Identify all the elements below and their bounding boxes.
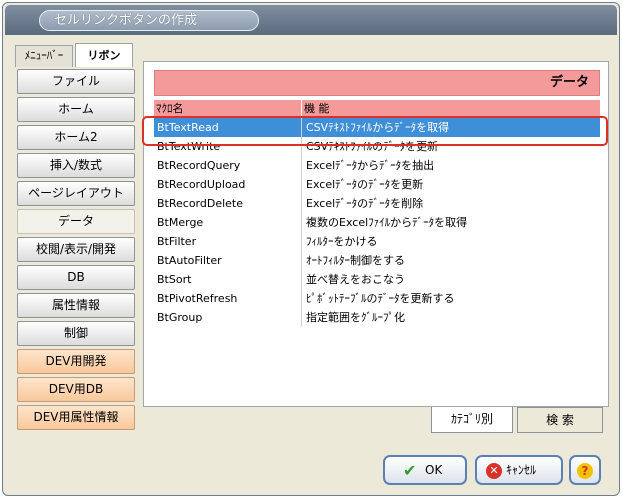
table-row[interactable]: BtAutoFilter ｵｰﾄﾌｨﾙﾀｰ制御をする xyxy=(154,251,600,270)
ok-label: OK xyxy=(425,463,443,477)
macro-function: 複数のExcelﾌｧｲﾙからﾃﾞｰﾀを取得 xyxy=(306,216,468,229)
nav-home[interactable]: ホーム xyxy=(17,97,135,122)
table-row[interactable]: BtMerge 複数のExcelﾌｧｲﾙからﾃﾞｰﾀを取得 xyxy=(154,213,600,232)
table-row[interactable]: BtRecordQuery Excelﾃﾞｰﾀからﾃﾞｰﾀを抽出 xyxy=(154,156,600,175)
cancel-label: ｷｬﾝｾﾙ xyxy=(506,463,537,477)
macro-function: ｵｰﾄﾌｨﾙﾀｰ制御をする xyxy=(306,254,405,267)
macro-name: BtRecordUpload xyxy=(154,175,302,194)
panel-header: データ xyxy=(154,70,600,96)
macro-function: Excelﾃﾞｰﾀのﾃﾞｰﾀを削除 xyxy=(306,197,424,210)
selection-highlight-outline xyxy=(142,116,608,146)
table-row[interactable]: BtRecordDelete Excelﾃﾞｰﾀのﾃﾞｰﾀを削除 xyxy=(154,194,600,213)
title-bar[interactable]: セルリンクボタンの作成 xyxy=(5,5,617,35)
macro-function: Excelﾃﾞｰﾀのﾃﾞｰﾀを更新 xyxy=(306,178,424,191)
table-row[interactable]: BtPivotRefresh ﾋﾟﾎﾞｯﾄﾃｰﾌﾞﾙのﾃﾞｰﾀを更新する xyxy=(154,289,600,308)
macro-name: BtMerge xyxy=(154,213,302,232)
help-icon: ? xyxy=(577,463,593,479)
column-header-macro-name: ﾏｸﾛ名 xyxy=(154,100,301,117)
macro-name: BtRecordDelete xyxy=(154,194,302,213)
macro-function: Excelﾃﾞｰﾀからﾃﾞｰﾀを抽出 xyxy=(306,159,435,172)
macro-function: 指定範囲をｸﾞﾙｰﾌﾟ化 xyxy=(306,311,405,324)
nav-review-view-dev[interactable]: 校閲/表示/開発 xyxy=(17,237,135,262)
checkmark-icon: ✔ xyxy=(403,461,417,480)
column-header-function: 機 能 xyxy=(302,100,600,117)
nav-insert-formula[interactable]: 挿入/数式 xyxy=(17,153,135,178)
cancel-button[interactable]: ✕ ｷｬﾝｾﾙ xyxy=(475,455,563,485)
nav-attribute-info[interactable]: 属性情報 xyxy=(17,293,135,318)
table-row[interactable]: BtSort 並べ替えをおこなう xyxy=(154,270,600,289)
ok-button[interactable]: ✔ OK xyxy=(383,455,467,485)
tab-search[interactable]: 検 索 xyxy=(517,407,603,433)
dialog-window: セルリンクボタンの作成 ﾒﾆｭｰﾊﾞｰ リボン ファイル ホーム ホーム2 挿入… xyxy=(2,2,620,496)
window-title: セルリンクボタンの作成 xyxy=(39,10,259,31)
macro-function: 並べ替えをおこなう xyxy=(306,273,405,286)
nav-control[interactable]: 制御 xyxy=(17,321,135,346)
nav-file[interactable]: ファイル xyxy=(17,69,135,94)
nav-home2[interactable]: ホーム2 xyxy=(17,125,135,150)
table-row[interactable]: BtRecordUpload Excelﾃﾞｰﾀのﾃﾞｰﾀを更新 xyxy=(154,175,600,194)
tab-ribbon[interactable]: リボン xyxy=(75,43,133,67)
macro-name: BtSort xyxy=(154,270,302,289)
macro-function: ﾌｨﾙﾀｰをかける xyxy=(306,235,378,248)
macro-name: BtAutoFilter xyxy=(154,251,302,270)
nav-dev-db[interactable]: DEV用DB xyxy=(17,377,135,402)
tab-menubar[interactable]: ﾒﾆｭｰﾊﾞｰ xyxy=(15,45,73,67)
nav-dev-develop[interactable]: DEV用開発 xyxy=(17,349,135,374)
macro-function: ﾋﾟﾎﾞｯﾄﾃｰﾌﾞﾙのﾃﾞｰﾀを更新する xyxy=(306,292,455,305)
table-row[interactable]: BtGroup 指定範囲をｸﾞﾙｰﾌﾟ化 xyxy=(154,308,600,327)
nav-db[interactable]: DB xyxy=(17,265,135,290)
table-row[interactable]: BtFilter ﾌｨﾙﾀｰをかける xyxy=(154,232,600,251)
tab-by-category[interactable]: ｶﾃｺﾞﾘ別 xyxy=(431,407,513,433)
macro-panel: データ ﾏｸﾛ名 機 能 BtTextRead CSVﾃｷｽﾄﾌｧｲﾙからﾃﾞｰ… xyxy=(143,61,609,407)
macro-name: BtFilter xyxy=(154,232,302,251)
nav-dev-attribute[interactable]: DEV用属性情報 xyxy=(17,405,135,430)
macro-name: BtPivotRefresh xyxy=(154,289,302,308)
macro-name: BtRecordQuery xyxy=(154,156,302,175)
help-button[interactable]: ? xyxy=(569,455,601,485)
macro-name: BtGroup xyxy=(154,308,302,327)
nav-data[interactable]: データ xyxy=(17,209,135,234)
cancel-x-icon: ✕ xyxy=(486,463,502,479)
nav-page-layout[interactable]: ページレイアウト xyxy=(17,181,135,206)
